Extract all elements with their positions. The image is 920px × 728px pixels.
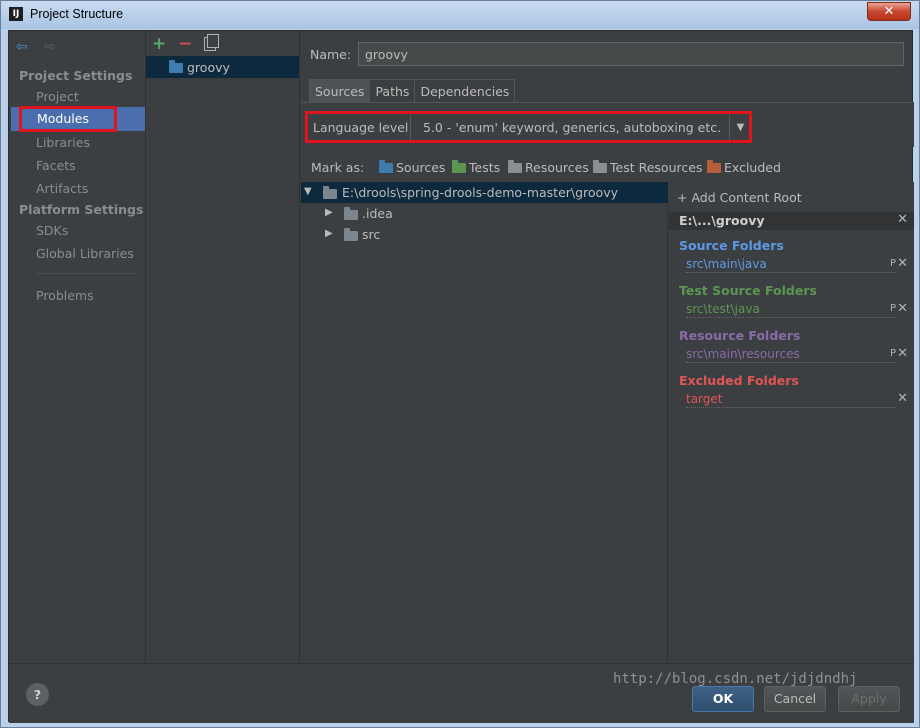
edit-properties-icon[interactable]: P [890, 348, 896, 359]
folder-icon [323, 186, 337, 199]
add-module-icon[interactable]: + [152, 34, 166, 54]
nav-item-global-libraries[interactable]: Global Libraries [36, 246, 134, 261]
tree-row-src[interactable]: ▶ src [301, 224, 668, 245]
excluded-folder-entry[interactable]: target [686, 392, 896, 408]
tab-dependencies[interactable]: Dependencies [414, 79, 516, 103]
mark-as-toolbar: Mark as: Sources Tests Resources Test Re… [301, 156, 914, 176]
back-arrow-icon[interactable]: ⇦ [16, 39, 28, 55]
mark-as-test-resources-label: Test Resources [610, 160, 703, 175]
tree-root-row[interactable]: ▼ E:\drools\spring-drools-demo-master\gr… [301, 182, 668, 203]
module-settings-panel: Name: SourcesPathsDependencies Language … [301, 31, 914, 663]
project-structure-window: IJ Project Structure ✕ ⇦ ⇨ Project Setti… [0, 0, 920, 728]
test-source-folder-entry[interactable]: src\test\java [686, 302, 896, 318]
mark-as-resources-button[interactable]: Resources [508, 159, 589, 175]
title-bar[interactable]: IJ Project Structure ✕ [1, 1, 919, 29]
content-roots-panel: + Add Content Root E:\...\groovy ✕ Sourc… [669, 182, 914, 663]
ok-button[interactable]: OK [692, 686, 754, 712]
resource-folders-title: Resource Folders [679, 328, 801, 343]
nav-heading-project-settings: Project Settings [19, 68, 133, 83]
sources-folder-icon [379, 159, 393, 173]
tree-row-src-label: src [362, 227, 381, 242]
folder-icon [344, 228, 358, 241]
name-label: Name: [310, 47, 352, 62]
tree-row-idea-label: .idea [362, 206, 393, 221]
mark-as-sources-label: Sources [396, 160, 446, 175]
intellij-logo-icon: IJ [9, 7, 23, 21]
module-name-input[interactable] [358, 42, 904, 66]
cancel-button[interactable]: Cancel [764, 686, 826, 712]
collapsed-triangle-icon[interactable]: ▶ [325, 228, 333, 239]
mark-as-excluded-label: Excluded [724, 160, 781, 175]
mark-as-resources-label: Resources [525, 160, 589, 175]
remove-source-folder-icon[interactable]: ✕ [897, 256, 908, 271]
excluded-folders-title: Excluded Folders [679, 373, 799, 388]
edit-properties-icon[interactable]: P [890, 303, 896, 314]
test-source-folders-title: Test Source Folders [679, 283, 817, 298]
content-tree: ▼ E:\drools\spring-drools-demo-master\gr… [301, 182, 668, 663]
forward-arrow-icon[interactable]: ⇨ [44, 39, 56, 55]
mark-as-tests-label: Tests [469, 160, 501, 175]
content-root-header: E:\...\groovy ✕ [669, 212, 914, 230]
watermark: http://blog.csdn.net/jdjdndhj [613, 671, 858, 687]
nav-item-libraries[interactable]: Libraries [36, 135, 90, 150]
module-item-groovy[interactable]: groovy [146, 56, 299, 78]
remove-test-source-folder-icon[interactable]: ✕ [897, 301, 908, 316]
nav-item-facets[interactable]: Facets [36, 158, 76, 173]
highlight-box-language-level [305, 111, 752, 143]
mark-as-excluded-button[interactable]: Excluded [707, 159, 781, 175]
apply-button[interactable]: Apply [838, 686, 900, 712]
module-list-panel: + − groovy [146, 31, 300, 663]
test-resources-folder-icon [593, 159, 607, 173]
resource-folder-entry[interactable]: src\main\resources [686, 347, 896, 363]
tree-row-idea[interactable]: ▶ .idea [301, 203, 668, 224]
resources-folder-icon [508, 159, 522, 173]
module-item-label: groovy [187, 60, 230, 75]
highlight-box-modules [19, 106, 117, 132]
window-close-button[interactable]: ✕ [867, 2, 911, 21]
nav-heading-platform-settings: Platform Settings [19, 202, 144, 217]
nav-item-project[interactable]: Project [36, 89, 79, 104]
nav-divider [36, 273, 136, 274]
help-icon[interactable]: ? [26, 683, 49, 706]
source-folders-title: Source Folders [679, 238, 784, 253]
edit-properties-icon[interactable]: P [890, 258, 896, 269]
module-tabs: Sources Paths Dependencies [309, 79, 516, 103]
folder-icon [344, 207, 358, 220]
remove-resource-folder-icon[interactable]: ✕ [897, 346, 908, 361]
nav-item-artifacts[interactable]: Artifacts [36, 181, 88, 196]
remove-module-icon[interactable]: − [178, 34, 192, 54]
settings-nav: ⇦ ⇨ Project Settings Project Modules Lib… [9, 31, 146, 663]
mark-as-label: Mark as: [311, 160, 365, 175]
language-level-row: Language level: 5.0 - 'enum' keyword, ge… [301, 103, 914, 147]
source-folder-entry[interactable]: src\main\java [686, 257, 896, 273]
mark-as-sources-button[interactable]: Sources [379, 159, 446, 175]
module-folder-icon [169, 60, 183, 73]
dialog-client: ⇦ ⇨ Project Settings Project Modules Lib… [8, 30, 914, 723]
window-title: Project Structure [30, 7, 124, 21]
remove-root-icon[interactable]: ✕ [897, 212, 908, 227]
add-content-root-button[interactable]: + Add Content Root [677, 190, 802, 205]
module-toolbar: + − [152, 34, 220, 54]
nav-item-sdks[interactable]: SDKs [36, 223, 68, 238]
excluded-folder-icon [707, 159, 721, 173]
tab-sources[interactable]: Sources [309, 79, 371, 103]
remove-excluded-folder-icon[interactable]: ✕ [897, 391, 908, 406]
content-root-title: E:\...\groovy [679, 213, 765, 228]
tests-folder-icon [452, 159, 466, 173]
tree-root-label: E:\drools\spring-drools-demo-master\groo… [342, 185, 619, 200]
collapsed-triangle-icon[interactable]: ▶ [325, 207, 333, 218]
mark-as-tests-button[interactable]: Tests [452, 159, 501, 175]
nav-item-problems[interactable]: Problems [36, 288, 94, 303]
nav-arrows: ⇦ ⇨ [16, 39, 67, 55]
add-content-root-label: Add Content Root [691, 190, 802, 205]
copy-module-icon[interactable] [204, 34, 220, 51]
expanded-triangle-icon[interactable]: ▼ [304, 186, 312, 197]
tab-paths[interactable]: Paths [369, 79, 416, 103]
mark-as-test-resources-button[interactable]: Test Resources [593, 159, 703, 175]
